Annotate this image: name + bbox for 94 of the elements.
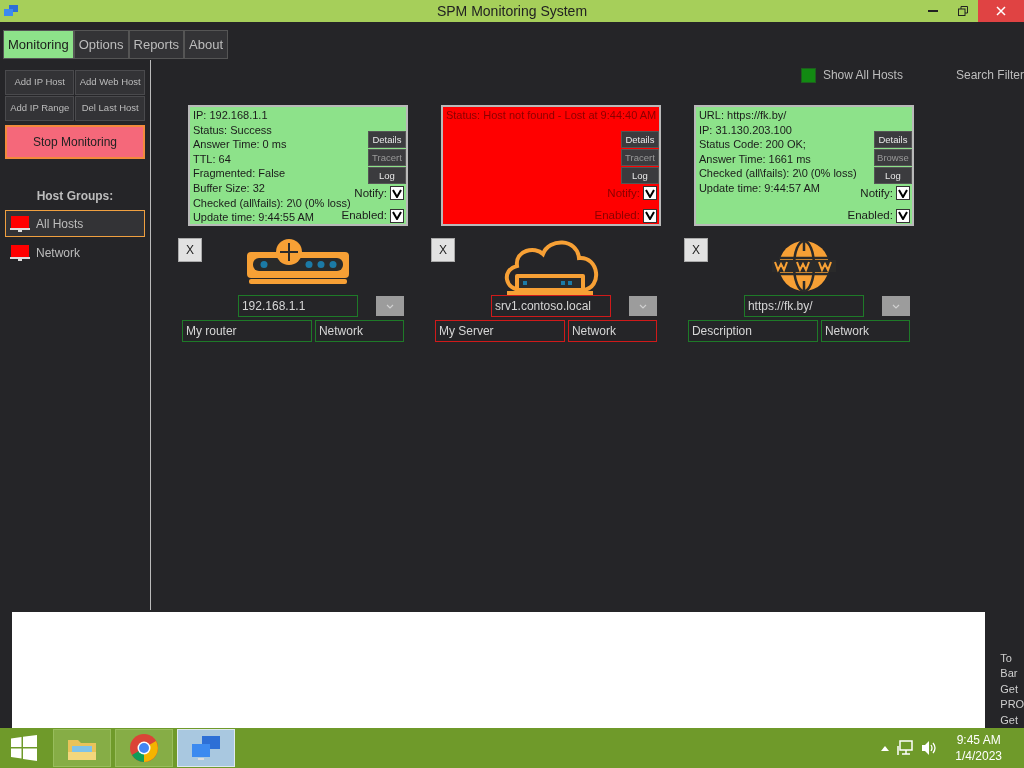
monitors-icon bbox=[190, 734, 222, 762]
group-field[interactable]: Network bbox=[567, 320, 657, 342]
tab[interactable]: Options bbox=[73, 30, 129, 59]
remove-host-button[interactable]: X bbox=[430, 238, 455, 262]
dropdown-button[interactable] bbox=[628, 296, 657, 316]
status-line: Checked (all\fails): 2\0 (0% loss) bbox=[698, 166, 857, 181]
status-line: URL: https://fk.by/ bbox=[698, 108, 787, 123]
add-host-button[interactable]: Add IP Host bbox=[5, 70, 75, 95]
status-line: IP: 31.130.203.100 bbox=[698, 122, 792, 138]
host-address-field[interactable]: srv1.contoso.local bbox=[490, 295, 611, 317]
side-text: Get bbox=[1000, 681, 1020, 697]
card-action-button[interactable]: Log bbox=[620, 167, 659, 184]
status-line: Status: Host not found - Lost at 9:44:40 AM bbox=[445, 108, 657, 123]
network-icon bbox=[897, 740, 914, 756]
dropdown-button[interactable] bbox=[881, 296, 910, 316]
status-line: TTL: 64 bbox=[192, 151, 231, 167]
browser-icon bbox=[129, 733, 159, 763]
description-field[interactable]: My router bbox=[181, 320, 312, 342]
tab[interactable]: About bbox=[184, 30, 229, 59]
card-action-button[interactable]: Details bbox=[620, 131, 659, 148]
notify-label: Notify: bbox=[860, 185, 893, 201]
check-icon bbox=[391, 211, 402, 221]
check-icon bbox=[897, 211, 908, 221]
host-group-item[interactable]: All Hosts bbox=[5, 210, 145, 237]
host-address-field[interactable]: 192.168.1.1 bbox=[237, 295, 358, 317]
host-group-item[interactable]: Network bbox=[5, 239, 145, 266]
status-line: Fragmented: False bbox=[192, 166, 286, 181]
status-line: Answer Time: 0 ms bbox=[192, 137, 287, 152]
status-line: Buffer Size: 32 bbox=[192, 180, 265, 196]
add-host-button[interactable]: Add IP Range bbox=[5, 96, 75, 121]
checkbox[interactable] bbox=[389, 186, 404, 201]
status-line: Status: Success bbox=[192, 122, 272, 138]
card-action-button[interactable]: Details bbox=[367, 131, 406, 148]
notify-label: Notify: bbox=[354, 185, 387, 201]
host-groups-title: Host Groups: bbox=[35, 188, 115, 205]
notify-label: Notify: bbox=[607, 185, 640, 201]
card-action-button[interactable]: Log bbox=[367, 167, 406, 184]
side-text: To bbox=[1000, 650, 1013, 666]
minimize-icon bbox=[928, 10, 938, 12]
clock-time: 9:45 AM bbox=[956, 732, 1001, 748]
enabled-label: Enabled: bbox=[594, 208, 640, 223]
status-line: Update time: 9:44:57 AM bbox=[698, 180, 820, 196]
check-icon bbox=[391, 188, 402, 198]
router-icon bbox=[246, 238, 349, 284]
close-icon bbox=[996, 6, 1006, 16]
search-filter-label: Search Filter bbox=[955, 67, 1024, 84]
chevron-down-icon bbox=[385, 303, 394, 309]
checkbox[interactable] bbox=[895, 208, 910, 223]
chevron-down-icon bbox=[638, 303, 647, 309]
check-icon bbox=[644, 188, 655, 198]
taskbar-app-button[interactable] bbox=[115, 729, 173, 767]
checkbox[interactable] bbox=[389, 208, 404, 223]
group-field[interactable]: Network bbox=[314, 320, 404, 342]
add-host-button[interactable]: Add Web Host bbox=[75, 70, 145, 95]
remove-host-button[interactable]: X bbox=[177, 238, 202, 262]
group-field[interactable]: Network bbox=[820, 320, 910, 342]
host-address-field[interactable]: https://fk.by/ bbox=[743, 295, 864, 317]
monitor-icon bbox=[10, 214, 30, 233]
window-title: SPM Monitoring System bbox=[436, 1, 588, 21]
dropdown-button[interactable] bbox=[375, 296, 404, 316]
enabled-label: Enabled: bbox=[341, 209, 387, 223]
tab[interactable]: Monitoring bbox=[3, 30, 74, 59]
chevron-down-icon bbox=[891, 303, 900, 309]
caret-up-icon bbox=[881, 745, 890, 751]
show-all-hosts-checkbox[interactable] bbox=[800, 67, 816, 83]
speaker-icon bbox=[921, 740, 938, 756]
status-line: Checked (all\fails): 2\0 (0% loss) bbox=[192, 195, 351, 211]
stop-monitoring-button[interactable]: Stop Monitoring bbox=[5, 125, 145, 159]
status-line: Status Code: 200 OK; bbox=[698, 137, 806, 152]
tab[interactable]: Reports bbox=[128, 30, 185, 59]
windows-logo-icon bbox=[11, 735, 37, 761]
description-field[interactable]: My Server bbox=[434, 320, 565, 342]
checkbox[interactable] bbox=[642, 186, 657, 201]
status-line: IP: 192.168.1.1 bbox=[192, 108, 268, 123]
description-field[interactable]: Description bbox=[687, 320, 818, 342]
side-text: PRO bbox=[1000, 697, 1024, 712]
app-icon bbox=[3, 4, 19, 18]
clock-date: 1/4/2023 bbox=[955, 748, 1002, 764]
restore-icon bbox=[958, 6, 968, 16]
side-text: Get bbox=[1000, 712, 1020, 728]
checkbox[interactable] bbox=[895, 186, 910, 201]
card-action-button[interactable]: Log bbox=[873, 167, 912, 184]
checkbox[interactable] bbox=[642, 208, 657, 223]
check-icon bbox=[644, 211, 655, 221]
side-text: Bar bbox=[1000, 666, 1019, 681]
monitor-icon bbox=[10, 243, 30, 262]
card-action-button[interactable]: Details bbox=[873, 131, 912, 148]
remove-host-button[interactable]: X bbox=[683, 238, 708, 262]
add-host-button[interactable]: Del Last Host bbox=[75, 96, 145, 121]
status-line: Answer Time: 1661 ms bbox=[698, 151, 811, 167]
show-all-hosts-label: Show All Hosts bbox=[822, 67, 903, 84]
check-icon bbox=[897, 188, 908, 198]
status-line: Update time: 9:44:55 AM bbox=[192, 210, 314, 225]
enabled-label: Enabled: bbox=[847, 208, 893, 223]
